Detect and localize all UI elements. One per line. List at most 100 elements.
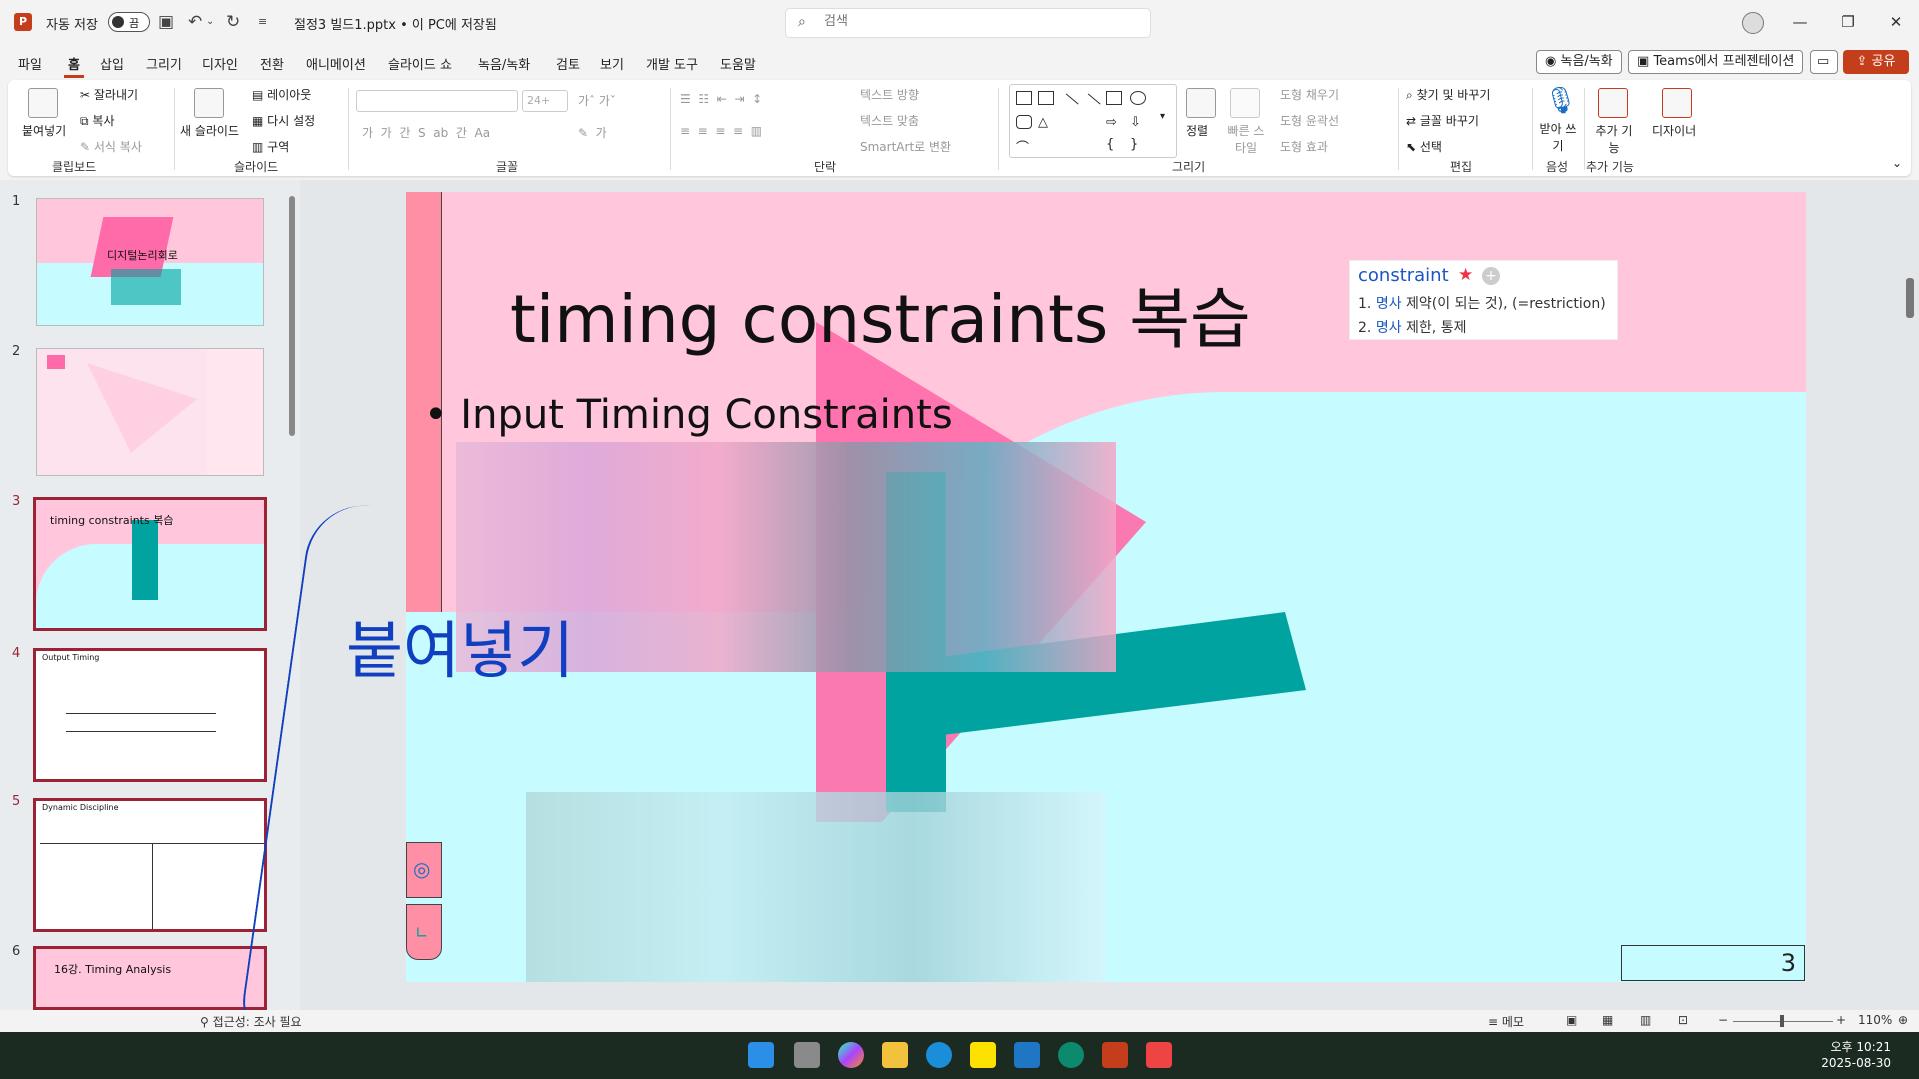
comments-button[interactable]: ▭ — [1810, 50, 1838, 74]
align-icons[interactable]: ≡ ≡ ≡ ≡ ▥ — [680, 124, 762, 138]
paste-button[interactable]: 붙여넣기 — [22, 122, 66, 139]
align-text-button[interactable]: 텍스트 맞춤 — [860, 112, 919, 129]
slide-thumbnail-5[interactable]: Dynamic Discipline — [33, 798, 267, 932]
zoom-in-icon[interactable]: + — [1836, 1013, 1846, 1027]
rectangle-shape-icon[interactable] — [1106, 91, 1122, 105]
normal-view-icon[interactable]: ▣ — [1566, 1013, 1577, 1027]
kakaotalk-icon[interactable] — [970, 1042, 996, 1068]
font-size-combo[interactable]: 24+ — [522, 90, 568, 112]
font-color-icon[interactable]: ✎ 가 — [578, 124, 607, 141]
arrange-button[interactable]: 정렬 — [1186, 122, 1208, 139]
undo-icon[interactable]: ↶ — [188, 12, 202, 32]
slide-title[interactable]: timing constraints 복습 — [510, 266, 1251, 362]
reading-view-icon[interactable]: ▥ — [1640, 1013, 1651, 1027]
freeform-shape-icon[interactable]: ⌒ — [1016, 137, 1032, 156]
redo-icon[interactable]: ↻ — [226, 12, 240, 32]
format-painter-button[interactable]: ✎ 서식 복사 — [80, 138, 142, 155]
tab-help[interactable]: 도움말 — [716, 52, 760, 75]
shapes-more-icon[interactable]: ▾ — [1160, 111, 1165, 122]
tab-home[interactable]: 홈 — [64, 52, 84, 78]
dictate-button[interactable]: 받아 쓰기 — [1538, 120, 1578, 154]
teams-present-button[interactable]: ▣ Teams에서 프레젠테이션 — [1628, 50, 1804, 74]
start-icon[interactable] — [748, 1042, 774, 1068]
restore-button[interactable]: ❐ — [1828, 8, 1868, 36]
addins-button[interactable]: 추가 기능 — [1594, 122, 1634, 156]
user-avatar-icon[interactable] — [1742, 12, 1764, 34]
slide-sorter-icon[interactable]: ▦ — [1602, 1013, 1613, 1027]
task-view-icon[interactable] — [794, 1042, 820, 1068]
rounded-rect-shape-icon[interactable] — [1016, 115, 1032, 129]
font-name-combo[interactable] — [356, 90, 518, 112]
slide-canvas[interactable]: timing constraints 복습 • Input Timing Con… — [406, 192, 1806, 982]
add-icon[interactable]: + — [1482, 267, 1500, 285]
smartart-button[interactable]: SmartArt로 변환 — [860, 138, 951, 155]
oval-shape-icon[interactable] — [1130, 91, 1146, 105]
shape-fill-button[interactable]: 도형 채우기 — [1280, 86, 1339, 103]
designer-button[interactable]: 디자이너 — [1652, 122, 1696, 139]
tab-record[interactable]: 녹음/녹화 — [474, 52, 534, 75]
share-button[interactable]: ⇪ 공유 — [1843, 50, 1909, 74]
notes-button[interactable]: ≡ 메모 — [1488, 1013, 1524, 1030]
new-slide-icon[interactable] — [194, 88, 224, 118]
save-icon[interactable]: ▣ — [158, 12, 174, 32]
copilot-icon[interactable] — [838, 1042, 864, 1068]
collapse-ribbon-icon[interactable]: ⌄ — [1892, 156, 1902, 170]
minimize-button[interactable]: — — [1780, 8, 1820, 36]
autosave-toggle[interactable]: 끔 — [108, 12, 150, 32]
zoom-out-icon[interactable]: − — [1718, 1013, 1728, 1027]
quick-styles-button[interactable]: 빠른 스타일 — [1226, 122, 1266, 156]
document-title[interactable]: 절정3 빌드1.pptx • 이 PC에 저장됨 — [294, 14, 497, 33]
close-button[interactable]: ✕ — [1876, 8, 1916, 36]
quick-styles-icon[interactable] — [1230, 88, 1260, 118]
arrange-icon[interactable] — [1186, 88, 1216, 118]
font-style-icons[interactable]: 가 가 간 S ab 간 Aa — [362, 124, 490, 141]
font-grow-icon[interactable]: 가ˆ 가ˇ — [578, 92, 616, 109]
app-icon[interactable] — [1058, 1042, 1084, 1068]
fit-slide-icon[interactable]: ⊕ — [1898, 1013, 1908, 1027]
slideshow-icon[interactable]: ⊡ — [1678, 1013, 1688, 1027]
search-input[interactable] — [824, 14, 1124, 29]
undo-dropdown-icon[interactable]: ⌄ — [206, 12, 214, 32]
tab-transitions[interactable]: 전환 — [256, 52, 288, 75]
star-icon[interactable]: ★ — [1458, 265, 1473, 285]
right-arrow-shape-icon[interactable]: ⇨ — [1106, 115, 1122, 130]
section-button[interactable]: ▥ 구역 — [252, 138, 289, 155]
record-button[interactable]: ◉ 녹음/녹화 — [1536, 50, 1622, 74]
paste-icon[interactable] — [28, 88, 58, 118]
tab-insert[interactable]: 삽입 — [96, 52, 128, 75]
tab-file[interactable]: 파일 — [14, 52, 46, 75]
accessibility-status[interactable]: ⚲ 접근성: 조사 필요 — [200, 1013, 302, 1030]
slide-thumbnail-6[interactable]: 16강. Timing Analysis — [33, 946, 267, 1010]
copy-button[interactable]: ⧉ 복사 — [80, 112, 115, 129]
tab-slideshow[interactable]: 슬라이드 쇼 — [384, 52, 456, 75]
layout-button[interactable]: ▤ 레이아웃 — [252, 86, 311, 103]
shape-effects-button[interactable]: 도형 효과 — [1280, 138, 1328, 155]
tab-draw[interactable]: 그리기 — [142, 52, 186, 75]
customize-toolbar-icon[interactable]: ≡ — [258, 12, 267, 32]
tab-view[interactable]: 보기 — [596, 52, 628, 75]
system-clock[interactable]: 오후 10:21 2025-08-30 — [1821, 1039, 1891, 1071]
list-icons[interactable]: ☰ ☷ ⇤ ⇥ ↕ — [680, 92, 762, 106]
cut-button[interactable]: ✂ 잘라내기 — [80, 86, 138, 103]
shapes-gallery[interactable]: △ ⇨ ⇩ ⌒ { } ▾ — [1009, 84, 1177, 158]
select-button[interactable]: ⬉ 선택 — [1406, 138, 1442, 155]
slide-thumbnail-3[interactable]: timing constraints 복습 — [33, 497, 267, 631]
text-direction-button[interactable]: 텍스트 방향 — [860, 86, 919, 103]
triangle-shape-icon[interactable]: △ — [1038, 115, 1054, 130]
search-box[interactable]: ⌕ — [785, 8, 1151, 38]
vscode-icon[interactable] — [1014, 1042, 1040, 1068]
microphone-icon[interactable]: 🎙 — [1544, 86, 1577, 116]
slide-thumbnail-1[interactable]: 디지털논리회로 — [36, 198, 264, 326]
tab-design[interactable]: 디자인 — [198, 52, 242, 75]
tab-animations[interactable]: 애니메이션 — [302, 52, 370, 75]
replace-font-button[interactable]: ⇄ 글꼴 바꾸기 — [1406, 112, 1479, 129]
powerpoint-taskbar-icon[interactable] — [1102, 1042, 1128, 1068]
new-slide-button[interactable]: 새 슬라이드 — [180, 122, 239, 139]
textbox-shape-icon[interactable] — [1016, 91, 1032, 105]
reset-button[interactable]: ▦ 다시 설정 — [252, 112, 315, 129]
brace-shape-icon[interactable]: { — [1106, 137, 1122, 152]
arrow-line-shape-icon[interactable] — [1079, 93, 1101, 115]
down-arrow-shape-icon[interactable]: ⇩ — [1130, 115, 1146, 130]
line-shape-icon[interactable] — [1057, 93, 1079, 115]
snipping-tool-icon[interactable] — [1146, 1042, 1172, 1068]
